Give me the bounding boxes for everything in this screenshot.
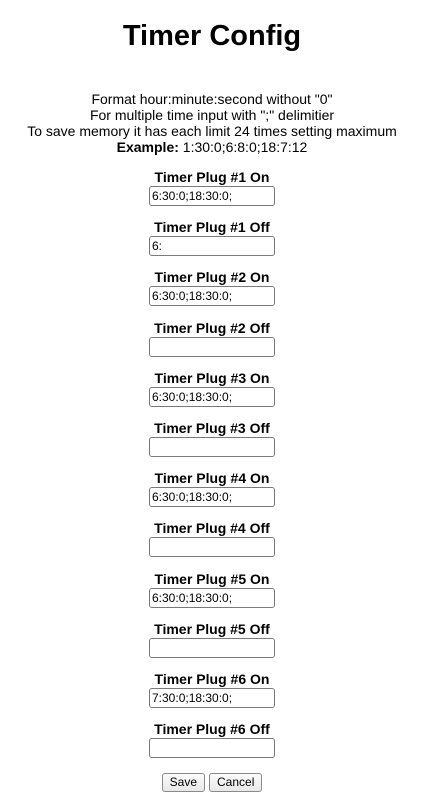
- example-label: Example:: [116, 139, 179, 155]
- timer-plug-4-on: Timer Plug #4 On: [0, 470, 424, 520]
- instruction-delimiter: For multiple time input with ";" delimit…: [89, 107, 335, 123]
- timer-plug-1-on: Timer Plug #1 On: [0, 169, 424, 219]
- timer-plug-6-on-input[interactable]: [149, 687, 275, 708]
- form-actions: Save Cancel: [0, 773, 424, 793]
- timer-plug-3-on-input[interactable]: [149, 386, 275, 407]
- timer-plug-3-on: Timer Plug #3 On: [0, 370, 424, 420]
- timer-plug-label: Timer Plug #2 On: [154, 269, 270, 286]
- timer-plug-label: Timer Plug #6 On: [154, 670, 270, 687]
- timer-plug-4-on-input[interactable]: [149, 487, 275, 508]
- instruction-limit: To save memory it has each limit 24 time…: [27, 123, 397, 139]
- timer-plug-4-off-input[interactable]: [149, 537, 275, 558]
- timer-plug-label: Timer Plug #5 On: [154, 570, 270, 587]
- cancel-button[interactable]: Cancel: [209, 773, 263, 793]
- timer-plug-2-off-input[interactable]: [149, 336, 275, 357]
- timer-plug-label: Timer Plug #4 Off: [154, 520, 270, 537]
- save-button[interactable]: Save: [161, 773, 205, 793]
- timer-plug-label: Timer Plug #2 Off: [154, 319, 270, 336]
- timer-plug-6-on: Timer Plug #6 On: [0, 671, 424, 721]
- instruction-format: Format hour:minute:second without "0": [91, 91, 333, 107]
- timer-plug-label: Timer Plug #1 On: [154, 169, 270, 185]
- timer-plug-label: Timer Plug #3 On: [154, 369, 270, 386]
- timer-plug-1-off: Timer Plug #1 Off: [0, 219, 424, 269]
- timer-plug-3-off-input[interactable]: [149, 436, 275, 457]
- timer-plug-2-on-input[interactable]: [149, 286, 275, 307]
- page-title: Timer Config: [122, 20, 302, 52]
- timer-plug-2-on: Timer Plug #2 On: [0, 269, 424, 319]
- timer-plug-label: Timer Plug #5 Off: [154, 620, 270, 637]
- timer-plug-5-on: Timer Plug #5 On: [0, 571, 424, 621]
- timer-plug-5-on-input[interactable]: [149, 587, 275, 608]
- timer-plug-5-off-input[interactable]: [149, 637, 275, 658]
- example-value: 1:30:0;6:8:0;18:7:12: [178, 139, 308, 155]
- timer-plug-label: Timer Plug #1 Off: [154, 219, 270, 236]
- timer-plug-5-off: Timer Plug #5 Off: [0, 621, 424, 671]
- timer-plug-label: Timer Plug #6 Off: [154, 721, 270, 738]
- timer-config-form: Timer Plug #1 On Timer Plug #1 Off Timer…: [0, 169, 424, 793]
- timer-plug-2-off: Timer Plug #2 Off: [0, 320, 424, 370]
- timer-plug-label: Timer Plug #4 On: [154, 470, 270, 487]
- instructions: Format hour:minute:second without "0" Fo…: [0, 91, 424, 155]
- timer-plug-4-off: Timer Plug #4 Off: [0, 520, 424, 570]
- timer-plug-6-off: Timer Plug #6 Off: [0, 721, 424, 771]
- timer-plug-6-off-input[interactable]: [149, 738, 275, 759]
- timer-plug-3-off: Timer Plug #3 Off: [0, 420, 424, 470]
- timer-plug-label: Timer Plug #3 Off: [154, 419, 270, 436]
- instruction-example: Example: 1:30:0;6:8:0;18:7:12: [0, 139, 424, 155]
- timer-plug-1-off-input[interactable]: [149, 236, 275, 257]
- timer-plug-1-on-input[interactable]: [149, 186, 275, 206]
